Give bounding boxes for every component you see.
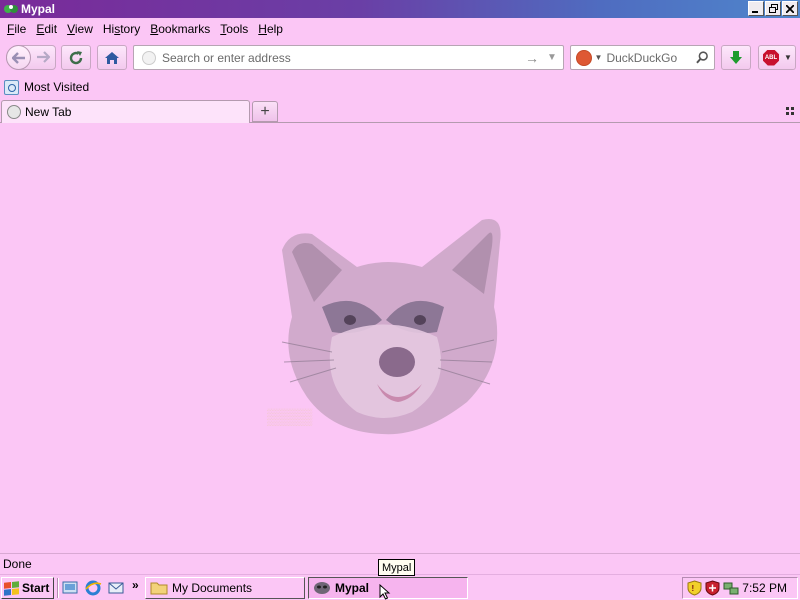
minimize-icon	[752, 10, 758, 13]
menu-accelerator-key: V	[67, 22, 75, 36]
menu-item-help[interactable]: Help	[253, 22, 288, 36]
system-tray: ! 7:52 PM	[682, 577, 798, 599]
menu-item-edit[interactable]: Edit	[31, 22, 62, 36]
internet-explorer-icon[interactable]	[84, 579, 102, 597]
most-visited-icon	[4, 79, 19, 95]
navigation-toolbar: → ▼ ▼ ABL ▼	[0, 41, 800, 73]
menu-label-part: ookmarks	[158, 22, 211, 36]
back-button[interactable]	[6, 45, 31, 70]
forward-arrow-icon	[37, 51, 51, 63]
menu-item-bookmarks[interactable]: Bookmarks	[145, 22, 215, 36]
menu-label-part: ile	[14, 22, 27, 36]
menu-item-view[interactable]: View	[62, 22, 98, 36]
tab-favicon-icon	[7, 105, 21, 119]
menu-item-tools[interactable]: Tools	[215, 22, 253, 36]
taskbar-tooltip: Mypal	[378, 559, 416, 576]
folder-icon	[150, 582, 168, 595]
menu-label-part: elp	[266, 22, 283, 36]
task-label: My Documents	[172, 581, 253, 595]
back-forward-group	[6, 45, 56, 70]
restore-icon	[768, 4, 778, 13]
mouse-cursor-icon	[379, 584, 391, 600]
adblock-icon: ABL	[763, 49, 779, 66]
duckduckgo-icon[interactable]	[576, 49, 592, 66]
start-label: Start	[22, 581, 50, 595]
window-controls	[748, 1, 798, 16]
close-icon	[786, 4, 794, 13]
list-all-tabs-icon[interactable]	[786, 107, 794, 115]
menu-label-part: iew	[74, 22, 93, 36]
title-bar: Mypal	[0, 0, 800, 18]
show-desktop-icon[interactable]	[61, 579, 79, 597]
home-button[interactable]	[97, 45, 127, 70]
minimize-button[interactable]	[748, 1, 764, 16]
adblock-dropdown-icon[interactable]: ▼	[784, 53, 792, 62]
menu-bar: File Edit View History Bookmarks Tools Help	[0, 18, 800, 40]
search-icon[interactable]	[696, 51, 709, 64]
security-shield-icon[interactable]: !	[687, 580, 702, 596]
adblock-button[interactable]: ABL ▼	[758, 45, 796, 70]
tab-new-tab[interactable]: New Tab	[1, 100, 250, 123]
svg-text:▒▒▒▒: ▒▒▒▒	[267, 408, 313, 426]
tab-strip: New Tab +	[0, 99, 800, 123]
clock[interactable]: 7:52 PM	[742, 581, 787, 595]
task-label: Mypal	[335, 581, 370, 595]
go-arrow-icon[interactable]: →	[523, 50, 541, 66]
menu-label-part: Hi	[102, 22, 115, 36]
search-engine-dropdown-icon[interactable]: ▼	[595, 53, 603, 62]
status-text: Done	[3, 557, 32, 571]
reload-icon	[69, 50, 83, 64]
url-input[interactable]	[162, 50, 523, 65]
mypal-app-icon	[4, 5, 18, 13]
download-arrow-icon	[730, 50, 742, 64]
most-visited-bookmark[interactable]: Most Visited	[24, 80, 89, 94]
page-content: ▒▒▒▒	[0, 124, 800, 553]
windows-logo-icon	[4, 580, 19, 596]
window-title: Mypal	[21, 2, 56, 16]
forward-button[interactable]	[36, 50, 51, 67]
tab-label: New Tab	[25, 105, 72, 119]
menu-label-part: ools	[226, 22, 249, 36]
start-button[interactable]: Start	[1, 577, 54, 599]
search-input[interactable]	[606, 50, 697, 65]
home-icon	[105, 51, 119, 64]
network-icon[interactable]	[723, 580, 739, 596]
downloads-button[interactable]	[721, 45, 751, 70]
search-bar[interactable]: ▼	[570, 45, 715, 70]
menu-label-part: tory	[120, 22, 141, 36]
mypal-task-icon	[314, 582, 330, 594]
outlook-express-icon[interactable]	[107, 579, 125, 597]
menu-label-part: dit	[44, 22, 58, 36]
svg-text:!: !	[692, 584, 695, 593]
menu-accelerator-key: H	[258, 22, 267, 36]
restore-button[interactable]	[765, 1, 781, 16]
url-history-dropdown-icon[interactable]: ▼	[545, 52, 559, 63]
antivirus-shield-icon[interactable]	[705, 580, 720, 596]
taskbar: Start » My Documents Mypal ! 7:52 PM	[0, 574, 800, 600]
menu-item-history[interactable]: History	[98, 22, 145, 36]
new-tab-button[interactable]: +	[252, 101, 278, 122]
raccoon-mascot-image: ▒▒▒▒	[267, 218, 501, 435]
task-my-documents[interactable]: My Documents	[145, 577, 305, 599]
menu-item-file[interactable]: File	[2, 22, 31, 36]
taskbar-separator	[57, 578, 59, 598]
quick-launch-more-icon[interactable]: »	[132, 578, 139, 592]
address-bar[interactable]: → ▼	[133, 45, 564, 70]
site-identity-icon[interactable]	[142, 50, 156, 65]
back-arrow-icon	[11, 51, 25, 64]
bookmarks-toolbar: Most Visited	[0, 77, 800, 97]
reload-button[interactable]	[61, 45, 91, 70]
close-button[interactable]	[782, 1, 798, 16]
